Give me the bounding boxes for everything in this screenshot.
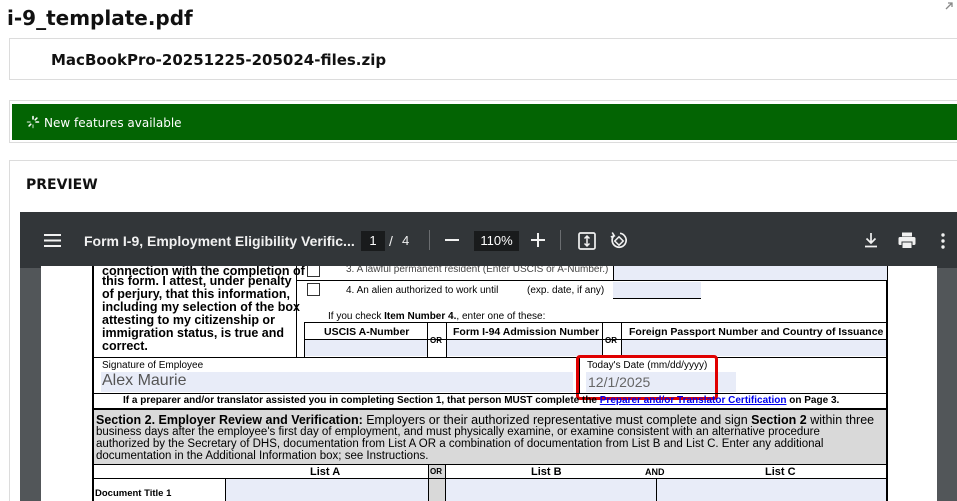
pdf-viewer[interactable]: Form I-9, Employment Eligibility Verific… bbox=[20, 212, 957, 501]
list-c-header: List C bbox=[765, 466, 796, 478]
section2-text: Employers or their authorized representa… bbox=[362, 413, 752, 427]
menu-icon[interactable] bbox=[44, 234, 61, 247]
checkbox-option-4[interactable] bbox=[307, 283, 320, 296]
row-line bbox=[304, 322, 887, 323]
row-line bbox=[94, 464, 887, 465]
col-line bbox=[428, 465, 429, 501]
section2-bold: Section 2 bbox=[751, 413, 807, 427]
row-line bbox=[94, 357, 887, 358]
fit-page-icon[interactable] bbox=[578, 232, 596, 250]
new-features-banner[interactable]: New features available bbox=[12, 104, 957, 140]
attachment-name[interactable]: MacBookPro-20251225-205024-files.zip bbox=[51, 51, 386, 69]
list-b-header: List B bbox=[531, 466, 562, 478]
item4-bold: Item Number 4. bbox=[384, 311, 457, 322]
row-line bbox=[304, 339, 887, 340]
page-total: 4 bbox=[402, 233, 410, 248]
file-title: i-9_template.pdf bbox=[7, 6, 193, 30]
print-icon[interactable] bbox=[898, 232, 916, 249]
page-border-left bbox=[92, 266, 94, 501]
preview-heading: PREVIEW bbox=[26, 177, 98, 193]
preparer-pre: If a preparer and/or translator assisted… bbox=[123, 395, 600, 406]
row-line bbox=[94, 393, 887, 394]
item4-instruction: If you check Item Number 4., enter one o… bbox=[328, 311, 545, 322]
option-3-label: 3. A lawful permanent resident (Enter US… bbox=[346, 266, 609, 275]
section2-line2: business days after the employee's first… bbox=[96, 426, 820, 438]
section2-end: within three bbox=[806, 413, 875, 427]
list-b-doc-title-field[interactable] bbox=[446, 479, 656, 501]
or-separator: OR bbox=[430, 336, 442, 345]
minus-icon[interactable] bbox=[444, 232, 460, 248]
preparer-notice: If a preparer and/or translator assisted… bbox=[123, 395, 839, 406]
signature-value: Alex Maurie bbox=[102, 372, 187, 389]
section2-line1: Section 2. Employer Review and Verificat… bbox=[96, 413, 874, 427]
section2-title: Section 2. Employer Review and Verificat… bbox=[96, 413, 363, 427]
pdf-doc-title: Form I-9, Employment Eligibility Verific… bbox=[84, 233, 355, 249]
page-separator: / bbox=[389, 233, 393, 249]
attest-line: including my selection of the box bbox=[102, 300, 300, 314]
section2-line3: authorized by the Secretary of DHS, docu… bbox=[96, 438, 824, 450]
list-or-label: OR bbox=[430, 467, 442, 476]
loading-spinner-icon bbox=[26, 115, 40, 129]
attest-line: correct. bbox=[102, 339, 148, 353]
attest-line: this form. I attest, under penalty bbox=[102, 274, 292, 288]
uscis-number-field[interactable] bbox=[305, 339, 427, 356]
list-a-doc-title-field[interactable] bbox=[226, 479, 428, 501]
pdf-page: connection with the completion of this f… bbox=[41, 266, 937, 501]
passport-col-header: Foreign Passport Number and Country of I… bbox=[629, 326, 884, 338]
section2-line4: documentation in the Additional Informat… bbox=[96, 450, 429, 462]
attest-line: of perjury, that this information, bbox=[102, 287, 290, 301]
item4-pre: If you check bbox=[328, 311, 385, 322]
option-4-label: 4. An alien authorized to work until bbox=[346, 285, 499, 296]
or-separator: OR bbox=[605, 336, 617, 345]
row-line bbox=[297, 280, 887, 281]
download-icon[interactable] bbox=[863, 232, 879, 248]
banner-text: New features available bbox=[44, 116, 182, 130]
toolbar-divider bbox=[429, 230, 430, 250]
list-c-doc-title-field[interactable] bbox=[657, 479, 886, 501]
option-4-exp-label: (exp. date, if any) bbox=[527, 285, 605, 296]
attest-line: immigration status, is true and bbox=[102, 326, 284, 340]
list-and-label: AND bbox=[645, 467, 665, 477]
plus-icon[interactable] bbox=[530, 232, 546, 248]
zoom-level-input[interactable]: 110% bbox=[474, 231, 519, 251]
rotate-icon[interactable] bbox=[609, 231, 628, 250]
doc-title-1-label: Document Title 1 bbox=[95, 488, 172, 499]
banner-container: New features available bbox=[9, 100, 957, 143]
attachment-row[interactable]: MacBookPro-20251225-205024-files.zip bbox=[9, 38, 957, 80]
checkbox-option-3[interactable] bbox=[307, 266, 320, 277]
more-vert-icon[interactable] bbox=[940, 233, 946, 249]
passport-number-field[interactable] bbox=[622, 339, 886, 356]
a-number-field[interactable] bbox=[613, 266, 887, 280]
attest-line: attesting to my citizenship or bbox=[102, 313, 275, 327]
page-number-input[interactable]: 1 bbox=[361, 231, 385, 251]
expiration-date-field[interactable] bbox=[613, 282, 701, 299]
list-a-header: List A bbox=[310, 466, 341, 478]
page-border-right bbox=[886, 266, 888, 501]
preparer-link[interactable]: Preparer and/or Translator Certification bbox=[600, 395, 787, 406]
i94-col-header: Form I-94 Admission Number bbox=[453, 326, 600, 338]
i94-number-field[interactable] bbox=[447, 339, 602, 356]
toolbar-divider bbox=[560, 230, 561, 250]
pdf-toolbar: Form I-9, Employment Eligibility Verific… bbox=[20, 212, 957, 268]
preparer-post: on Page 3. bbox=[786, 395, 840, 406]
expand-arrow-icon[interactable] bbox=[943, 0, 955, 12]
uscis-col-header: USCIS A-Number bbox=[324, 326, 410, 338]
signature-label: Signature of Employee bbox=[102, 360, 204, 371]
item4-post: , enter one of these: bbox=[456, 311, 546, 322]
